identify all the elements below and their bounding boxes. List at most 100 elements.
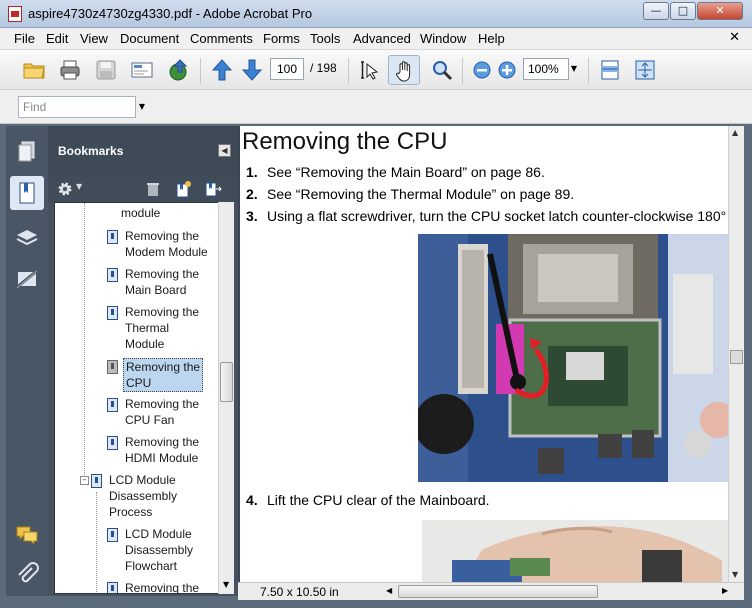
- toolbar-separator: [462, 58, 463, 84]
- find-dropdown-arrow[interactable]: ▼: [136, 96, 148, 118]
- layers-icon[interactable]: [10, 220, 44, 254]
- bookmark-icon: [91, 474, 102, 488]
- bookmark-icon: [107, 360, 118, 374]
- new-bookmark-icon[interactable]: [174, 180, 192, 198]
- collapse-toggle[interactable]: –: [80, 476, 89, 485]
- bookmark-item[interactable]: Removing the Thermal Module: [107, 304, 231, 354]
- bookmark-icon: [107, 268, 118, 282]
- options-dropdown-arrow[interactable]: ▼: [76, 182, 82, 191]
- bookmark-icon: [107, 398, 118, 412]
- bookmarks-tree: module Removing the Modem Module Removin…: [54, 202, 232, 594]
- menu-help[interactable]: Help: [478, 31, 505, 46]
- options-gear-icon[interactable]: [56, 180, 74, 198]
- email-icon[interactable]: [130, 58, 154, 82]
- menu-comments[interactable]: Comments: [190, 31, 253, 46]
- bookmark-icon: [107, 528, 118, 542]
- step-item: 3. Using a flat screwdriver, turn the CPU…: [246, 208, 738, 224]
- scroll-down-arrow[interactable]: ▼: [732, 570, 738, 579]
- bookmarks-scrollbar[interactable]: ▼: [218, 202, 234, 594]
- tree-connector: [96, 492, 97, 592]
- pdf-icon: [8, 6, 22, 22]
- bookmark-item[interactable]: Removing the CPU Fan: [107, 396, 231, 430]
- fit-width-icon[interactable]: [598, 58, 622, 82]
- zoom-dropdown-arrow[interactable]: ▼: [568, 58, 580, 80]
- close-document-icon[interactable]: ✕: [729, 30, 740, 45]
- document-view[interactable]: Removing the CPU 1. See “Removing the Mai…: [238, 126, 738, 582]
- maximize-button[interactable]: □: [670, 2, 696, 20]
- fit-page-icon[interactable]: [633, 58, 657, 82]
- step-item: 4. Lift the CPU clear of the Mainboard.: [246, 492, 490, 508]
- horizontal-scroll-thumb[interactable]: [398, 585, 598, 598]
- document-scroll-thumb[interactable]: [730, 350, 743, 364]
- page-size-label: 7.50 x 10.50 in: [260, 585, 339, 599]
- bookmark-item[interactable]: Removing the Main Board: [107, 266, 231, 300]
- zoom-level-input[interactable]: 100%: [523, 58, 569, 80]
- collapse-panel-button[interactable]: ◀: [218, 144, 231, 157]
- delete-bookmark-icon[interactable]: [144, 180, 162, 198]
- bookmark-item[interactable]: Removing the: [107, 580, 231, 593]
- collaborate-globe-icon[interactable]: [166, 58, 190, 82]
- bookmarks-header: Bookmarks ◀: [48, 126, 238, 176]
- menu-tools[interactable]: Tools: [310, 31, 340, 46]
- signatures-icon[interactable]: [10, 262, 44, 296]
- minimize-button[interactable]: —: [643, 2, 669, 20]
- hand-tool-button[interactable]: [388, 55, 420, 85]
- expand-bookmark-icon[interactable]: [204, 180, 222, 198]
- select-cursor-icon[interactable]: [357, 58, 381, 82]
- menu-forms[interactable]: Forms: [263, 31, 300, 46]
- menu-file[interactable]: File: [14, 31, 35, 46]
- navigation-pane: [6, 126, 48, 596]
- attachments-icon[interactable]: [10, 558, 44, 592]
- zoom-out-icon[interactable]: [470, 58, 494, 82]
- bookmark-item-selected[interactable]: Removing the CPU: [107, 358, 231, 392]
- menu-edit[interactable]: Edit: [46, 31, 68, 46]
- zoom-marquee-icon[interactable]: [430, 58, 454, 82]
- bookmarks-title: Bookmarks: [58, 144, 124, 158]
- hand-icon: [396, 61, 411, 82]
- menu-document[interactable]: Document: [120, 31, 179, 46]
- menu-view[interactable]: View: [80, 31, 108, 46]
- open-folder-icon[interactable]: [22, 58, 46, 82]
- bookmark-icon: [107, 582, 118, 593]
- bookmark-item[interactable]: Removing the HDMI Module: [107, 434, 231, 468]
- bookmark-item[interactable]: Removing the Modem Module: [107, 228, 231, 262]
- bookmark-item[interactable]: module: [103, 205, 227, 223]
- title-bar: aspire4730z4730zg4330.pdf - Adobe Acroba…: [0, 0, 752, 28]
- toolbar-separator: [588, 58, 589, 84]
- window-title: aspire4730z4730zg4330.pdf - Adobe Acroba…: [28, 6, 313, 21]
- print-icon[interactable]: [58, 58, 82, 82]
- step-item: 1. See “Removing the Main Board” on page …: [246, 164, 545, 180]
- toolbar-separator: [200, 58, 201, 84]
- menu-advanced[interactable]: Advanced: [353, 31, 411, 46]
- bookmark-icon: [107, 436, 118, 450]
- scroll-right-arrow[interactable]: ▶: [722, 586, 728, 595]
- scroll-left-arrow[interactable]: ◀: [386, 586, 392, 595]
- comments-icon[interactable]: [10, 518, 44, 552]
- status-bar: 7.50 x 10.50 in ◀ ▶: [238, 582, 744, 600]
- scroll-up-arrow[interactable]: ▲: [732, 128, 738, 137]
- toolbar: 100 / 198 100% ▼: [0, 50, 752, 90]
- scroll-down-arrow[interactable]: ▼: [223, 580, 229, 589]
- bookmarks-toolbar: ▼: [48, 176, 238, 202]
- bookmark-item[interactable]: LCD Module Disassembly Process: [91, 472, 227, 522]
- page-number-input[interactable]: 100: [270, 58, 304, 80]
- bookmarks-panel-button[interactable]: [10, 176, 44, 210]
- page-total: / 198: [310, 61, 337, 75]
- save-icon[interactable]: [94, 58, 118, 82]
- step-item: 2. See “Removing the Thermal Module” on p…: [246, 186, 575, 202]
- bookmark-item[interactable]: LCD Module Disassembly Flowchart: [107, 526, 231, 576]
- bookmarks-scroll-thumb[interactable]: [220, 362, 233, 402]
- document-horizontal-scrollbar[interactable]: ◀ ▶: [386, 585, 736, 599]
- bookmarks-panel: Bookmarks ◀ ▼ module Removing the Modem …: [48, 126, 238, 596]
- lift-cpu-photo: [422, 520, 728, 582]
- find-input[interactable]: Find: [18, 96, 136, 118]
- zoom-in-icon[interactable]: [495, 58, 519, 82]
- pages-icon[interactable]: [10, 136, 44, 170]
- tree-connector: [84, 203, 85, 485]
- close-button[interactable]: ✕: [697, 2, 743, 20]
- next-page-icon[interactable]: [240, 58, 264, 82]
- page-heading: Removing the CPU: [242, 128, 448, 155]
- menu-window[interactable]: Window: [420, 31, 466, 46]
- document-vertical-scrollbar[interactable]: ▲ ▼: [728, 126, 744, 582]
- previous-page-icon[interactable]: [210, 58, 234, 82]
